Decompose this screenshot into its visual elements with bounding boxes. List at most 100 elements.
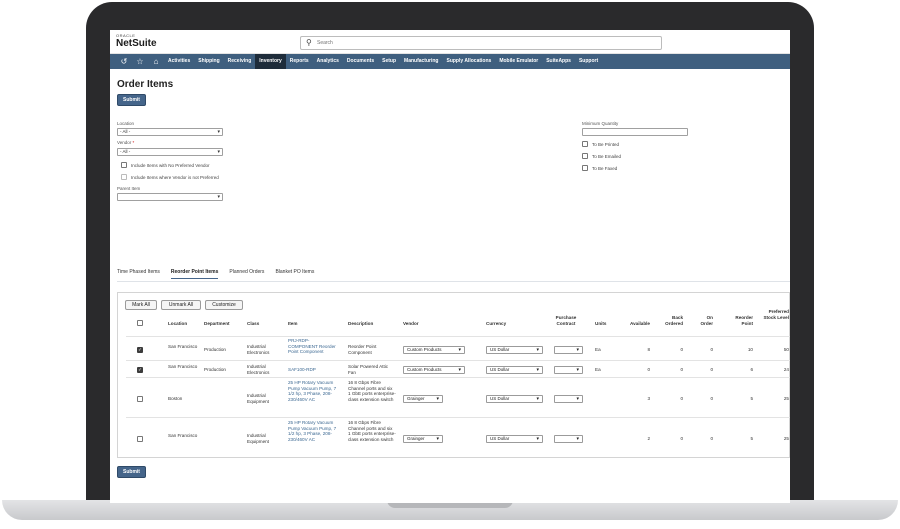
netsuite-logo[interactable]: ORACLE NetSuite [116,34,157,49]
not-preferred-vendor-option[interactable]: Include Items where Vendor is not Prefer… [121,174,219,180]
row-select-checkbox[interactable] [137,436,143,442]
row-class: Industrial Electronics [247,364,270,375]
row-back-ordered: 0 [680,396,683,401]
row-purchase-contract-select[interactable]: ▾ [554,435,583,443]
row-units: Ea [595,347,601,352]
row-currency-select[interactable]: US Dollar ▾ [486,366,543,374]
row-vendor-select[interactable]: Custom Products ▾ [403,346,465,354]
subtabs: Time Phased Items Reorder Point Items Pl… [117,269,325,279]
row-divider [126,360,790,361]
chevron-down-icon: ▾ [458,367,461,373]
col-class[interactable]: Class [247,321,259,327]
row-currency-select[interactable]: US Dollar ▾ [486,346,543,354]
col-purchase-contract[interactable]: Purchase Contract [550,315,582,326]
nav-suiteapps[interactable]: SuiteApps [542,54,575,69]
tab-reorder-point-items[interactable]: Reorder Point Items [170,269,219,279]
col-currency[interactable]: Currency [486,321,506,327]
to-be-printed-checkbox[interactable] [582,141,588,147]
row-select-checkbox[interactable]: ✓ [137,367,143,373]
location-select[interactable]: - All - ▾ [117,128,223,136]
chevron-down-icon: ▾ [576,347,579,353]
row-currency-select[interactable]: US Dollar ▾ [486,435,543,443]
row-location: San Francisco [168,433,198,438]
no-preferred-vendor-checkbox[interactable] [121,162,127,168]
nav-activities[interactable]: Activities [164,54,194,69]
row-reorder-point: 5 [750,436,753,441]
nav-setup[interactable]: Setup [378,54,400,69]
nav-mobile-emulator[interactable]: Mobile Emulator [495,54,542,69]
col-preferred-stock-level[interactable]: Preferred Stock Level [758,309,789,320]
row-purchase-contract-select[interactable]: ▾ [554,346,583,354]
chevron-down-icon: ▾ [436,436,439,442]
row-vendor-select[interactable]: Grainger ▾ [403,435,443,443]
col-description[interactable]: Description [348,321,373,327]
history-icon[interactable]: ↺ [116,57,132,66]
items-panel: Mark All Unmark All Customize Location D… [117,292,790,458]
nav-documents[interactable]: Documents [343,54,378,69]
nav-receiving[interactable]: Receiving [224,54,256,69]
row-preferred-stock-level: 25 [783,436,789,441]
row-purchase-contract-select[interactable]: ▾ [554,395,583,403]
row-item-link[interactable]: 25 HP Rotary Vacuum Pump Vacuum Pump, 7 … [288,380,340,402]
row-currency-select[interactable]: US Dollar ▾ [486,395,543,403]
col-item[interactable]: Item [288,321,297,327]
col-department[interactable]: Department [204,321,230,327]
row-class: Industrial Equipment [247,393,269,404]
to-be-faxed-checkbox[interactable] [582,165,588,171]
col-vendor[interactable]: Vendor [403,321,419,327]
row-select-checkbox[interactable] [137,396,143,402]
not-preferred-vendor-checkbox[interactable] [121,174,127,180]
row-item-link[interactable]: SAF100-RDP [288,367,338,373]
nav-supply-allocations[interactable]: Supply Allocations [442,54,495,69]
submit-button-top[interactable]: Submit [117,94,146,106]
col-reorder-point[interactable]: Reorder Point [723,315,753,326]
no-preferred-vendor-option[interactable]: Include Items with No Preferred Vendor [121,162,210,168]
row-department: Production [204,367,226,372]
chevron-down-icon: ▾ [576,436,579,442]
nav-analytics[interactable]: Analytics [313,54,343,69]
chevron-down-icon: ▾ [217,149,220,155]
star-icon[interactable]: ☆ [132,57,148,66]
to-be-emailed-option[interactable]: To Be Emailed [582,153,621,159]
search-input[interactable] [317,38,647,48]
chevron-down-icon: ▾ [536,347,539,353]
select-all-checkbox[interactable] [137,320,143,326]
row-reorder-point: 5 [750,396,753,401]
col-available[interactable]: Available [618,321,650,327]
row-back-ordered: 0 [680,436,683,441]
submit-button-bottom[interactable]: Submit [117,466,146,478]
to-be-printed-option[interactable]: To Be Printed [582,141,619,147]
tab-blanket-po-items[interactable]: Blanket PO Items [275,269,314,279]
row-purchase-contract-select[interactable]: ▾ [554,366,583,374]
global-search[interactable]: ⚲ [300,36,662,50]
mark-all-button[interactable]: Mark All [125,300,157,310]
nav-shipping[interactable]: Shipping [194,54,223,69]
row-item-link[interactable]: PRJ-RDP-COMPONENT Reorder Point Componen… [288,338,338,355]
row-preferred-stock-level: 25 [783,396,789,401]
row-select-checkbox[interactable]: ✓ [137,347,143,353]
to-be-emailed-checkbox[interactable] [582,153,588,159]
col-location[interactable]: Location [168,321,187,327]
row-vendor-select[interactable]: Grainger ▾ [403,395,443,403]
unmark-all-button[interactable]: Unmark All [161,300,201,310]
customize-button[interactable]: Customize [205,300,243,310]
page-content: Order Items Submit Location - All - ▾ Ven… [110,69,790,503]
row-vendor-select[interactable]: Custom Products ▾ [403,366,465,374]
tab-time-phased-items[interactable]: Time Phased Items [117,269,160,279]
home-icon[interactable]: ⌂ [148,57,164,66]
minimum-quantity-input[interactable] [582,128,688,136]
nav-manufacturing[interactable]: Manufacturing [400,54,442,69]
nav-inventory[interactable]: Inventory [255,54,286,69]
row-item-link[interactable]: 25 HP Rotary Vacuum Pump Vacuum Pump, 7 … [288,420,340,442]
vendor-select[interactable]: - All - ▾ [117,148,223,156]
to-be-faxed-option[interactable]: To Be Faxed [582,165,617,171]
parent-item-select[interactable]: ▾ [117,193,223,201]
row-back-ordered: 0 [680,367,683,372]
nav-reports[interactable]: Reports [286,54,313,69]
col-on-order[interactable]: On Order [693,315,713,326]
chevron-down-icon: ▾ [217,194,220,200]
tab-planned-orders[interactable]: Planned Orders [229,269,264,279]
col-units[interactable]: Units [595,321,606,327]
nav-support[interactable]: Support [575,54,602,69]
col-back-ordered[interactable]: Back Ordered [658,315,683,326]
